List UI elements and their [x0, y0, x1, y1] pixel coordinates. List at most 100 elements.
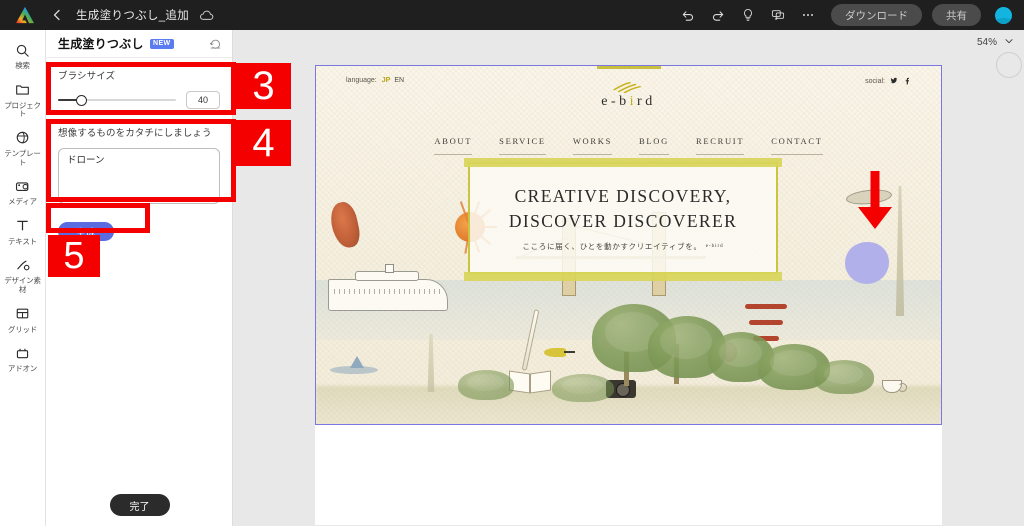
new-badge: NEW [149, 38, 175, 49]
undo-icon[interactable] [675, 2, 701, 28]
social-label: social: [865, 77, 885, 85]
sidebar-label: テキスト [8, 236, 37, 246]
partial-circle-decoration [996, 52, 1022, 78]
headline-line-1: CREATIVE DISCOVERY, [514, 185, 732, 206]
panel-title: 生成塗りつぶし [58, 37, 144, 51]
sidebar-item-grid[interactable]: グリッド [0, 304, 46, 335]
cloud-icon [199, 10, 214, 21]
red-arrow-annotation [858, 171, 892, 229]
sidebar-label: メディア [8, 197, 37, 207]
sidebar-label: 検索 [15, 61, 30, 70]
nav-item-works[interactable]: WORKS [572, 136, 613, 155]
done-button-area: 完了 [46, 484, 233, 526]
language-en[interactable]: EN [394, 77, 404, 84]
zoom-control[interactable]: 54% [977, 36, 1014, 49]
brand-lockup: e-bird [554, 80, 704, 110]
design-asset-icon [15, 255, 31, 275]
sidebar-item-projects[interactable]: プロジェクト [0, 80, 46, 119]
app-root: 生成塗りつぶし_追加 ダウンロード 共有 検索 プロジェクト テンプレート メデ… [0, 0, 1024, 526]
bird-logo-icon [554, 80, 704, 93]
language-jp[interactable]: JP [382, 77, 391, 84]
lightbulb-icon[interactable] [735, 2, 761, 28]
twitter-icon[interactable] [890, 77, 898, 85]
top-bar: 生成塗りつぶし_追加 ダウンロード 共有 [0, 0, 1024, 30]
template-icon [15, 128, 30, 148]
sidebar-label: アドオン [7, 364, 38, 374]
open-book-illustration [509, 370, 551, 394]
sidebar-item-search[interactable]: 検索 [0, 40, 46, 71]
left-tool-rail: 検索 プロジェクト テンプレート メディア テキスト デザイン素材 グリッド ア… [0, 30, 46, 526]
zoom-level-value: 54% [976, 37, 997, 48]
brush-size-label: ブラシサイズ [58, 71, 116, 82]
artboard[interactable]: language: JP EN social: e-bird ABOUT SER… [315, 65, 942, 525]
sidebar-item-media[interactable]: メディア [0, 176, 46, 207]
tree-foliage [814, 360, 874, 394]
book-page-right [530, 370, 551, 394]
ship-funnel [385, 264, 394, 273]
canvas-area[interactable]: 54% language: JP EN social: e-bird ABOUT… [233, 30, 1024, 526]
hero-image[interactable]: language: JP EN social: e-bird ABOUT SER… [315, 65, 942, 425]
sidebar-item-text[interactable]: テキスト [0, 216, 46, 247]
avatar[interactable] [995, 6, 1012, 24]
chevron-down-icon[interactable] [1004, 36, 1014, 49]
adobe-logo[interactable] [14, 6, 36, 24]
prompt-label: 想像するものをカタチにしましょう [58, 128, 212, 139]
sidebar-label: デザイン素材 [4, 276, 41, 294]
cruise-ship-illustration [328, 264, 448, 311]
comment-icon[interactable] [765, 2, 791, 28]
generate-button[interactable]: 生成 [58, 222, 114, 241]
sidebar-label: グリッド [7, 324, 38, 334]
more-horizontal-icon[interactable] [795, 2, 821, 28]
headline-accent-bottom [464, 272, 782, 281]
sidebar-item-design-assets[interactable]: デザイン素材 [0, 255, 46, 294]
brush-size-section: ブラシサイズ 40 [46, 58, 232, 113]
brush-selection-mask[interactable] [845, 242, 889, 284]
nav-item-recruit[interactable]: RECRUIT [695, 136, 745, 155]
download-button[interactable]: ダウンロード [831, 4, 922, 26]
fin-illustration [350, 356, 364, 368]
red-bird-illustration [327, 199, 363, 251]
headline-block: CREATIVE DISCOVERY, DISCOVER DISCOVERER … [468, 162, 778, 274]
generative-fill-panel: 生成塗りつぶし NEW ブラシサイズ 40 想像するものをカタチにしましょう 生… [46, 30, 233, 526]
subtitle-brand-mark: e-bird [705, 244, 724, 250]
nav-item-about[interactable]: ABOUT [434, 136, 473, 155]
prompt-input[interactable] [58, 148, 220, 204]
share-button[interactable]: 共有 [932, 4, 981, 26]
brush-size-row: 40 [58, 91, 220, 109]
headline-subtitle: こころに届く、ひとを動かすクリエイティブを。 [522, 242, 702, 252]
site-nav: ABOUT SERVICE WORKS BLOG RECRUIT CONTACT [316, 136, 941, 155]
document-title: 生成塗りつぶし_追加 [76, 10, 190, 22]
facebook-icon[interactable] [903, 77, 911, 85]
redo-icon[interactable] [705, 2, 731, 28]
brush-size-slider[interactable] [58, 93, 176, 107]
back-button[interactable] [50, 8, 64, 22]
grid-icon [15, 304, 30, 324]
statue-illustration [427, 334, 435, 392]
headline-subtitle-row: こころに届く、ひとを動かすクリエイティブを。 e-bird [522, 241, 723, 252]
brand-name: e-bird [601, 94, 656, 109]
ship-windows [334, 289, 442, 294]
social-links: social: [865, 77, 911, 85]
sidebar-item-addons[interactable]: アドオン [0, 343, 46, 374]
headline-line-2: DISCOVER DISCOVERER [508, 210, 738, 231]
addon-icon [15, 343, 30, 363]
sidebar-item-templates[interactable]: テンプレート [0, 128, 46, 167]
sidebar-label: プロジェクト [4, 100, 41, 119]
brush-size-value-input[interactable]: 40 [186, 91, 220, 109]
tree-foliage [458, 370, 514, 400]
reset-icon[interactable] [209, 37, 222, 50]
slider-thumb[interactable] [76, 94, 88, 106]
folder-icon [15, 80, 30, 100]
nav-item-contact[interactable]: CONTACT [771, 136, 823, 155]
pagoda-roof [745, 304, 787, 309]
done-button[interactable]: 完了 [109, 494, 170, 516]
tree-foliage [552, 374, 614, 402]
panel-header: 生成塗りつぶし NEW [46, 30, 232, 58]
top-bar-actions: ダウンロード 共有 [675, 2, 1014, 28]
nav-item-blog[interactable]: BLOG [639, 136, 669, 155]
nav-item-service[interactable]: SERVICE [499, 136, 546, 155]
media-icon [15, 176, 31, 196]
text-icon [15, 216, 30, 236]
top-accent-bar [596, 66, 661, 69]
yellow-bird-illustration [544, 348, 575, 357]
